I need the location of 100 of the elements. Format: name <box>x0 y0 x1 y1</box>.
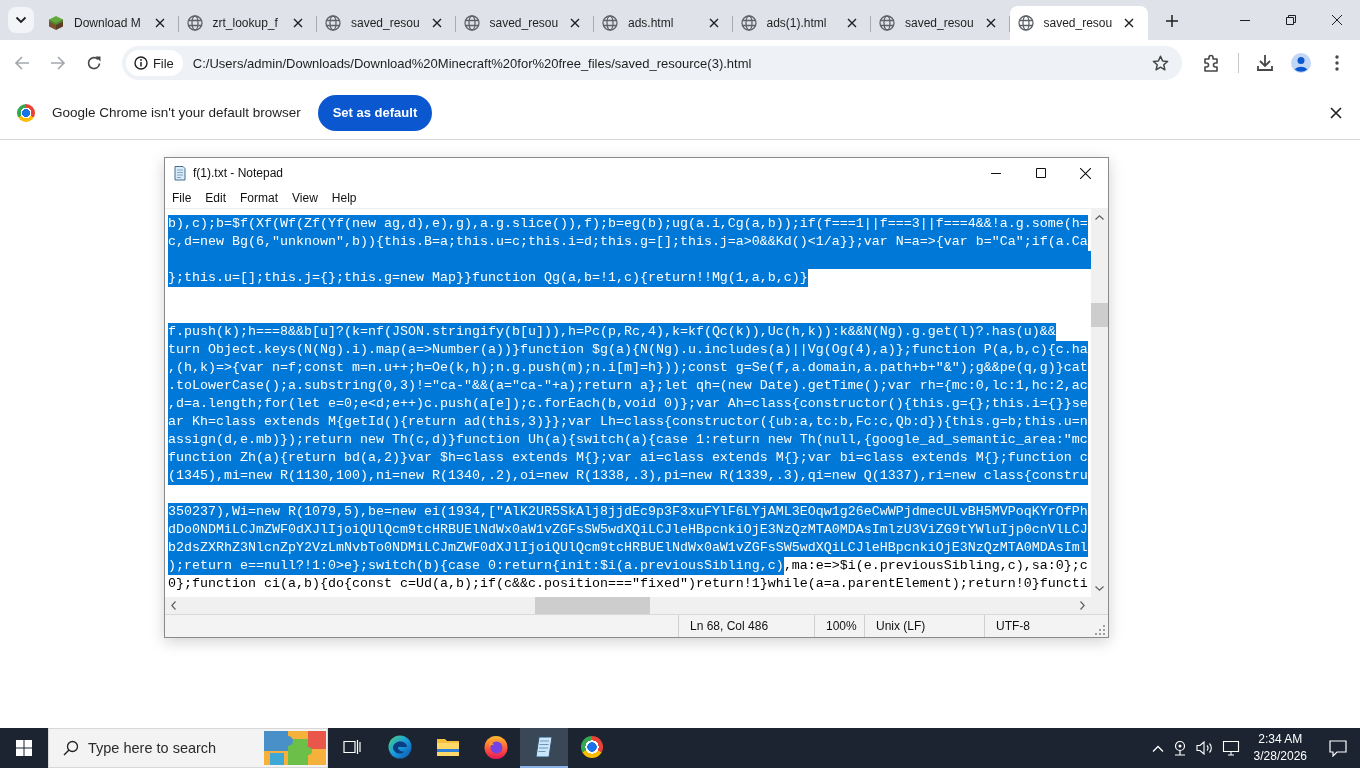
code-text: function Zh(a){return bd(a,2)}var $h=class extends M{};var ai=class extends M{};var bi=class extends M{};function c <box>168 449 1088 467</box>
globe-icon <box>186 15 203 31</box>
scroll-right-icon[interactable] <box>1080 601 1085 610</box>
close-icon[interactable] <box>985 18 996 28</box>
chevron-down-icon <box>15 16 27 24</box>
code-text: .toLowerCase();a.substring(0,3)!="ca-"&&(a="ca-"+a);return a};let qh=(new Date).getTime();var rh={mc:0,lc:1,hc:2,ac <box>168 377 1088 395</box>
code-text: dDo0NDMiLCJmZWF0dXJlIjoiQUlQcm9tcHRBUElNdWx0aW1vZGFsSW5wdXQiLCJleHBpcnkiOjE3NzQzMTA0MDAsImlzU3ViZG9tYWluIjp0cnVlLCJ <box>168 521 1088 539</box>
url-text: C:/Users/admin/Downloads/Download%20Minecraft%20for%20free_files/saved_resource(3).html <box>192 55 753 71</box>
code-text: c,d=new Bg(6,"unknown",b)){this.B=a;this.u=c;this.i=d;this.g=[];this.j=a>0&&Kd()<1/a}};var N=a=>{var b="Ca";if(a.Ca <box>168 233 1088 251</box>
browser-tab[interactable]: Download M <box>40 6 179 40</box>
close-icon[interactable] <box>431 18 442 28</box>
code-text: assign(d,e.mb)});return new Th(c,d)}function Uh(a){switch(a){case 1:return new Th(null,{google_ad_semantic_area:"mc <box>168 431 1088 449</box>
code-text: ,d=a.length;for(let e=0;e<d;e++)c.push(a[e]);c.forEach(b,void 0)};var Ah=class{constructor(){this.g={};this.i={}}se <box>168 395 1088 413</box>
close-icon[interactable] <box>570 18 580 28</box>
infobar-message: Google Chrome isn't your default browser <box>52 105 301 120</box>
browser-tab[interactable]: saved_resou <box>455 6 594 40</box>
arrow-left-icon <box>14 55 30 71</box>
taskbar-app-button[interactable] <box>520 728 568 768</box>
close-icon[interactable] <box>293 18 303 28</box>
chrome-logo-icon <box>581 736 603 758</box>
close-icon[interactable] <box>1124 18 1134 28</box>
code-text: ,ma:e=>$i(e.previousSibling,c),sa:0};c <box>783 557 1088 575</box>
globe-icon <box>1017 15 1034 31</box>
scroll-down-icon[interactable] <box>1095 586 1104 591</box>
close-icon[interactable] <box>154 18 165 28</box>
set-default-button[interactable]: Set as default <box>317 94 433 131</box>
download-icon <box>1256 54 1275 72</box>
task-view-icon <box>343 739 361 755</box>
chevron-up-icon[interactable] <box>1151 744 1164 752</box>
menu-item[interactable]: Help <box>324 188 364 208</box>
reload-icon <box>85 55 102 71</box>
browser-tab[interactable]: ads.html <box>594 6 733 40</box>
window-title: f(1).txt - Notepad <box>193 166 284 180</box>
browser-tab[interactable]: ads(1).html <box>732 6 871 40</box>
clock-date[interactable]: 3/28/2026 <box>1253 748 1307 765</box>
address-bar[interactable]: File C:/Users/admin/Downloads/Download%20Minecraft%20for%20free_files/saved_resource(3).html <box>121 46 1183 80</box>
code-text: );return e==null?!1:0>e};switch(b){case 0:return{init:$i(a.previousSibling,c) <box>168 557 784 575</box>
code-text: b),c);b=$f(Xf(Wf(Zf(Yf(new ag,d),e),g),a.g.slice()),f);b=eg(b);ug(a.i,Cg(a,b));if(f===1||f===3||f===4&&!a.g.some(h= <box>168 215 1088 233</box>
bookmark-star-icon[interactable] <box>1152 54 1170 72</box>
globe-icon <box>740 15 757 31</box>
code-text: ,(h,k)=>{var n=f;const m=n.u++;h=Oe(k,h);n.g.push(m);n.i[m]=h}));const g=Se(f,a.domain,a.path+b+"&");g&&pe(q,g)}cat <box>168 359 1088 377</box>
grass-block-icon <box>48 15 64 31</box>
horizontal-scrollbar[interactable] <box>165 597 1091 614</box>
clock-time[interactable]: 2:34 AM <box>1258 731 1303 748</box>
code-text: 350237),Wi=new R(1079,5),be=new ei(1934,["AlK2UR5SkAlj8jjdEc9p3F3xuFYlF6LYjAML3EOqw1g26eCwWPjdmecULvBH5MVPoqKYrOfPh <box>168 503 1088 521</box>
edge-logo-icon <box>388 735 412 759</box>
puzzle-pieces-icon <box>264 731 326 765</box>
network-icon[interactable] <box>1221 740 1240 756</box>
minimize-icon <box>990 172 1001 174</box>
volume-icon[interactable] <box>1195 740 1214 756</box>
site-info-button[interactable]: File <box>125 50 183 76</box>
close-icon <box>1080 167 1091 179</box>
menu-item[interactable]: File <box>165 188 199 208</box>
windows-logo-icon <box>16 740 32 756</box>
code-text: b2dsZXRhZ3NlcnZpY2VzLmNvbTo0NDMiLCJmZWF0dXJlIjoiQUlQcm9tcHRBUElNdWx0aW1vZGFsSW5wdXQiLCJleHBpcnkiOjE3NzQzMTA0MDAsIml <box>168 539 1088 557</box>
info-icon <box>133 56 148 70</box>
search-icon <box>63 740 79 756</box>
menu-item[interactable]: Edit <box>198 188 234 208</box>
code-text: f.push(k);h===8&&b[u]?(k=nf(JSON.stringify(b[u])),h=Pc(p,Rc,4),k=kf(Qc(k)),Uc(h,k)):k&&N(Ng).g.get(l)?.has(u)&& <box>168 323 1056 341</box>
code-text: 0};function ci(a,b){do{const c=Ud(a,b);if(c&&c.position==="fixed")return!1}while(a=a.parentElement);return!0}functi <box>168 575 1088 593</box>
code-text: (1345),mi=new R(1130,100),ni=new R(1340,.2),oi=new R(1338,.3),pi=new R(1339,.3),qi=new Q(1337),ri=new class{constru <box>168 467 1088 485</box>
scrollbar-thumb[interactable] <box>1091 303 1108 327</box>
scroll-left-icon[interactable] <box>171 601 176 610</box>
chrome-logo-icon <box>17 103 35 122</box>
tab-search-button[interactable] <box>8 7 34 33</box>
globe-icon <box>879 15 895 31</box>
code-text: };this.u=[];this.j={};this.g=new Map}}function Qg(a,b=!1,c){return!!Mg(1,a,b,c)} <box>168 269 808 287</box>
text-encoding: UTF-8 <box>996 619 1030 633</box>
globe-icon <box>602 15 618 31</box>
plus-icon <box>1166 15 1178 27</box>
folder-icon <box>436 737 460 757</box>
scrollbar-thumb[interactable] <box>535 597 650 614</box>
firefox-logo-icon <box>484 735 508 759</box>
notification-icon[interactable] <box>1329 739 1347 757</box>
scroll-up-icon[interactable] <box>1095 215 1104 220</box>
close-icon[interactable] <box>708 18 719 28</box>
browser-tab[interactable]: saved_resou <box>317 6 456 40</box>
search-box[interactable]: Type here to search <box>48 728 328 768</box>
close-icon[interactable] <box>847 18 857 28</box>
vertical-scrollbar[interactable] <box>1091 209 1108 597</box>
zoom-level: 100% <box>826 619 857 633</box>
globe-icon <box>325 15 341 31</box>
menu-item[interactable]: View <box>285 188 325 208</box>
menu-item[interactable]: Format <box>233 188 286 208</box>
notepad-icon <box>533 736 555 758</box>
minimize-icon <box>1240 19 1250 21</box>
notepad-icon <box>172 165 188 181</box>
line-ending: Unix (LF) <box>876 619 926 633</box>
browser-tab[interactable]: zrt_lookup_f <box>178 6 317 40</box>
restore-icon <box>1286 15 1296 25</box>
maximize-icon <box>1035 168 1046 178</box>
close-icon <box>1332 15 1342 25</box>
browser-tab[interactable]: saved_resou <box>871 6 1010 40</box>
browser-tab[interactable]: saved_resou <box>1009 6 1148 40</box>
resize-grip-icon[interactable] <box>1094 624 1105 635</box>
close-icon[interactable] <box>1330 106 1342 119</box>
arrow-right-icon <box>49 55 66 71</box>
code-text: ar Kh=class extends M{getId(){return ad(this,3)}};var Lh=class{constructor({ub:a,tc:b,Fc:c,Qb:d}){this.g=b;this.u=n <box>168 413 1088 431</box>
code-text: turn Object.keys(N(Ng).i).map(a=>Number(a))}function $g(a){N(Ng).u.includes(a)||Vg(Og(4),a)};function P(a,b,c){c.ha <box>168 341 1088 359</box>
search-input[interactable]: Type here to search <box>88 740 264 756</box>
